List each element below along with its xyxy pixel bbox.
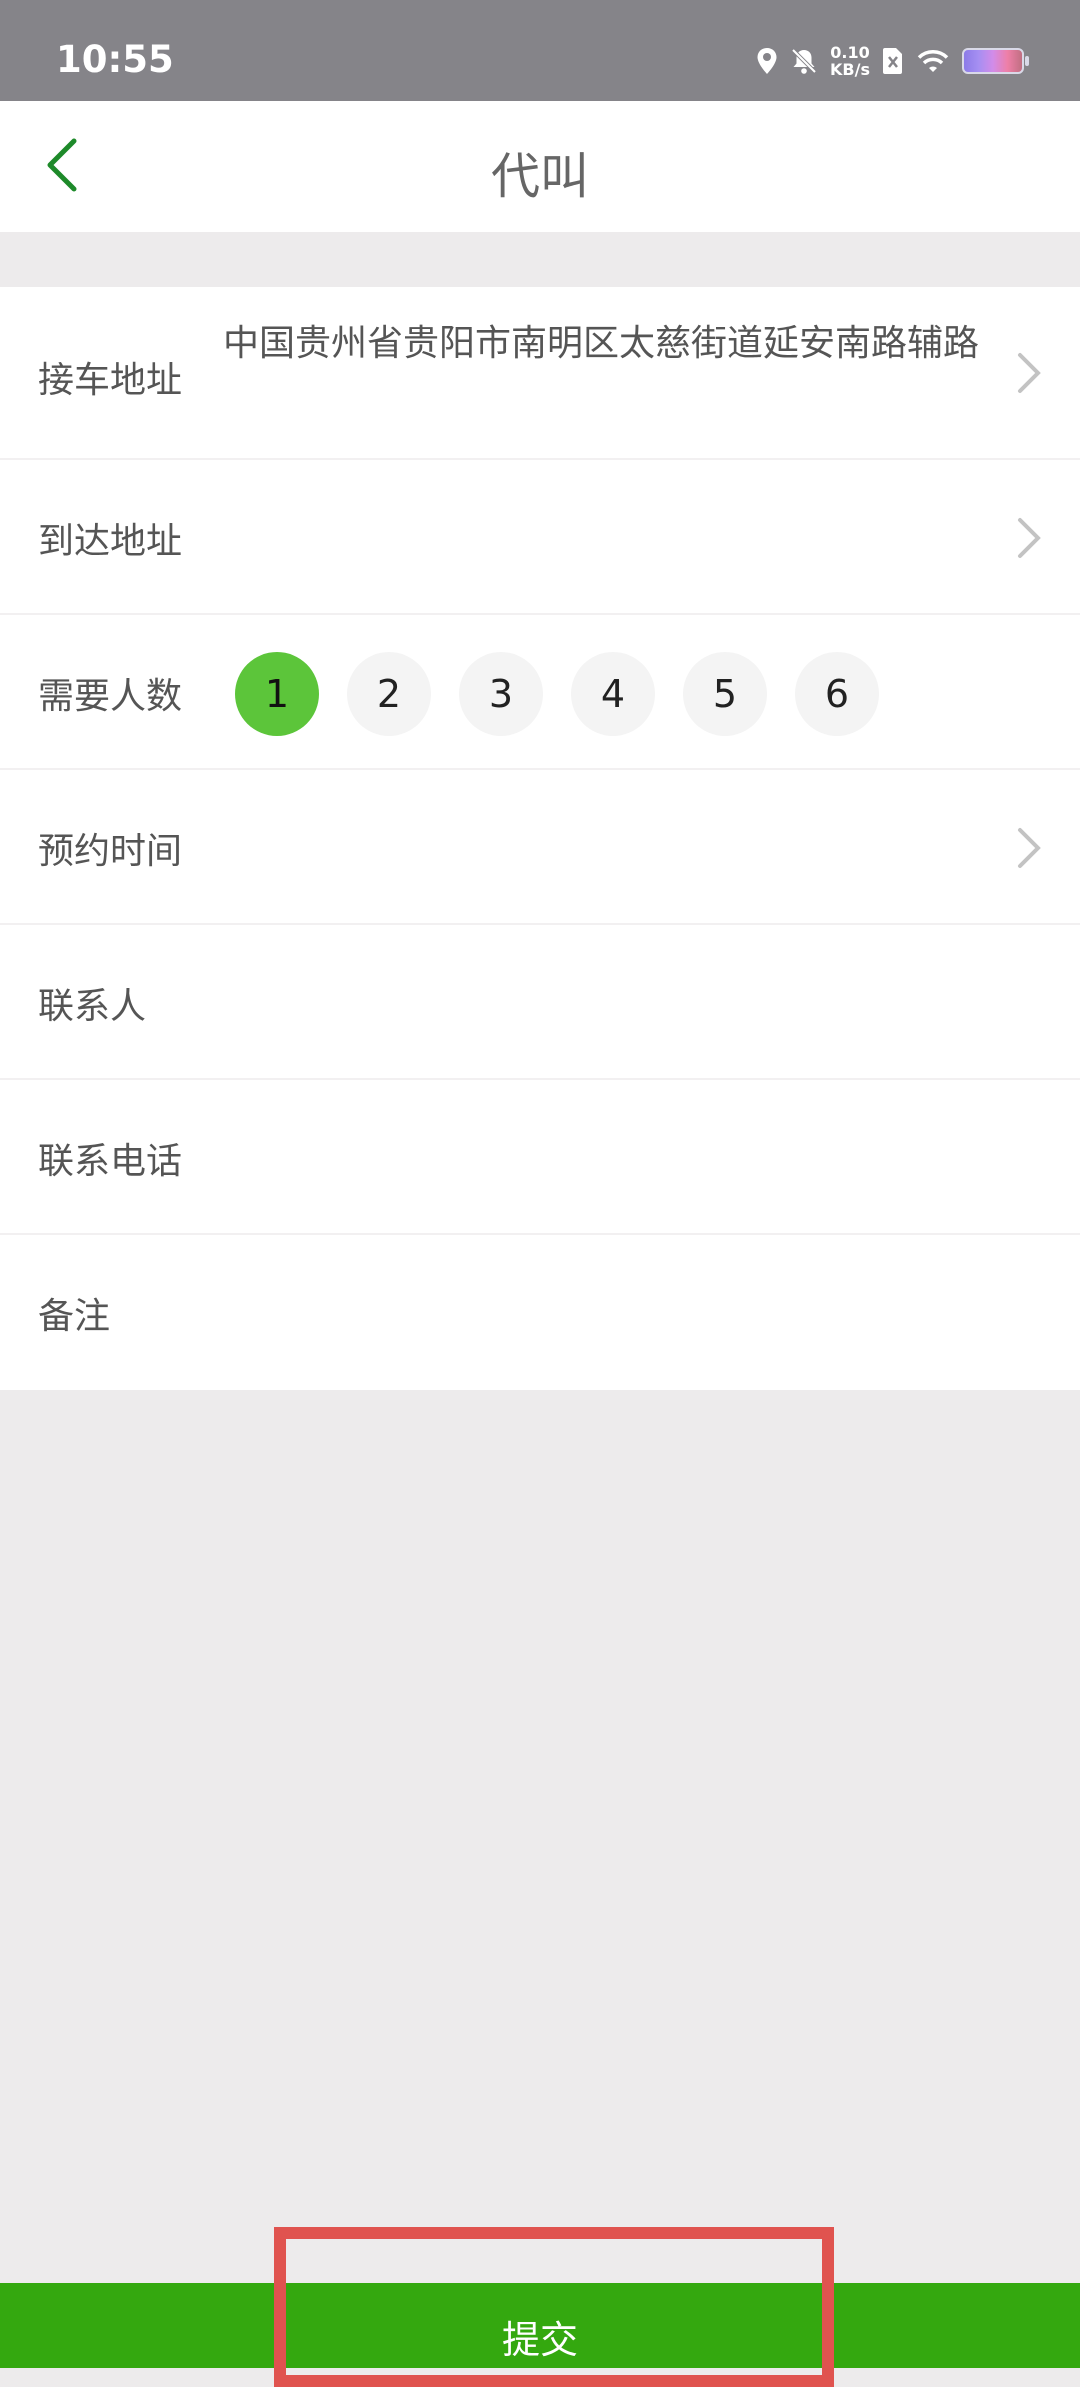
count-option-6[interactable]: 6 <box>795 652 879 736</box>
remark-row[interactable]: 备注 <box>0 1235 1080 1390</box>
passenger-count-label: 需要人数 <box>38 676 183 717</box>
passenger-count-row: 需要人数 1 2 3 4 5 6 <box>0 615 1080 770</box>
status-time: 10:55 <box>56 38 174 81</box>
chevron-right-icon <box>1018 518 1041 558</box>
submit-button[interactable]: 提交 <box>0 2283 1080 2368</box>
header-bar: 代叫 <box>0 101 1080 232</box>
count-option-1[interactable]: 1 <box>235 652 319 736</box>
location-icon <box>756 47 778 75</box>
count-option-5[interactable]: 5 <box>683 652 767 736</box>
reservation-time-row[interactable]: 预约时间 <box>0 770 1080 925</box>
call-form: 接车地址 中国贵州省贵阳市南明区太慈街道延安南路辅路 到达地址 需要人数 1 2… <box>0 287 1080 1390</box>
status-bar: 10:55 0.10 KB/s <box>0 0 1080 101</box>
pickup-address-row[interactable]: 接车地址 中国贵州省贵阳市南明区太慈街道延安南路辅路 <box>0 287 1080 460</box>
passenger-count-options: 1 2 3 4 5 6 <box>235 652 879 736</box>
sim-icon <box>882 47 904 75</box>
count-option-3[interactable]: 3 <box>459 652 543 736</box>
net-speed-value: 0.10 <box>830 43 870 62</box>
contact-phone-row[interactable]: 联系电话 <box>0 1080 1080 1235</box>
count-option-2[interactable]: 2 <box>347 652 431 736</box>
pickup-address-label: 接车地址 <box>38 360 183 401</box>
chevron-right-icon <box>1018 828 1041 868</box>
net-speed-unit: KB/s <box>830 60 870 79</box>
net-speed: 0.10 KB/s <box>830 44 870 78</box>
contact-name-label: 联系人 <box>38 986 147 1027</box>
page-title: 代叫 <box>490 148 589 205</box>
reservation-time-label: 预约时间 <box>38 831 183 872</box>
remark-label: 备注 <box>38 1296 111 1337</box>
chevron-right-icon <box>1018 353 1041 393</box>
status-icons: 0.10 KB/s <box>756 44 1029 78</box>
contact-name-row[interactable]: 联系人 <box>0 925 1080 1080</box>
destination-address-label: 到达地址 <box>38 521 183 562</box>
mute-icon <box>790 47 818 75</box>
destination-address-row[interactable]: 到达地址 <box>0 460 1080 615</box>
pickup-address-value: 中国贵州省贵阳市南明区太慈街道延安南路辅路 <box>223 323 980 364</box>
contact-phone-label: 联系电话 <box>38 1141 183 1182</box>
battery-icon <box>962 48 1029 74</box>
count-option-4[interactable]: 4 <box>571 652 655 736</box>
wifi-icon <box>916 48 950 74</box>
